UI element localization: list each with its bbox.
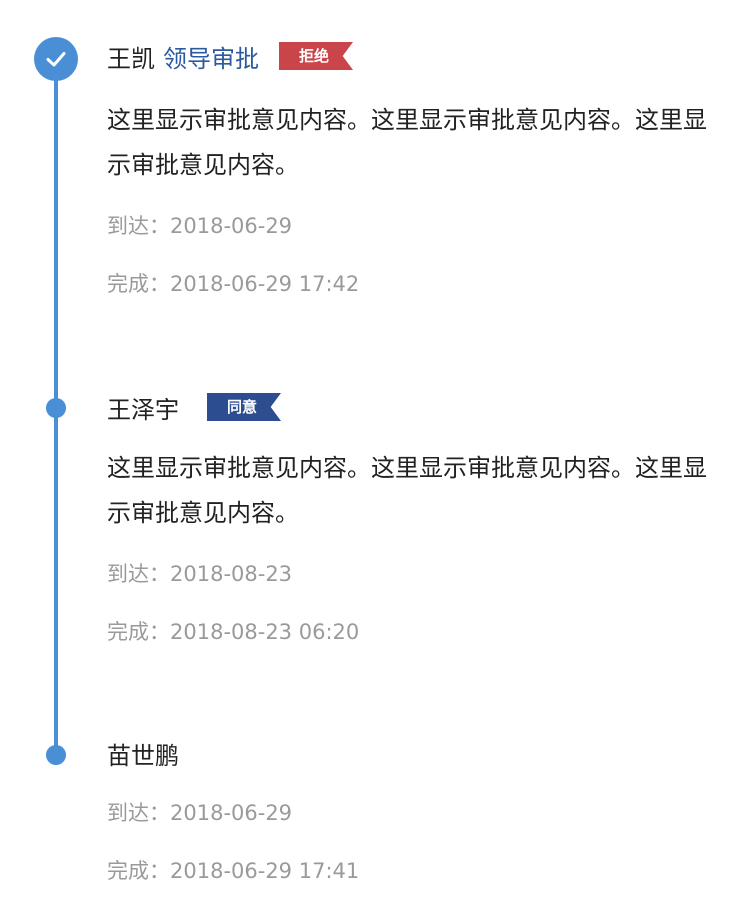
approval-role: 领导审批 bbox=[163, 44, 259, 73]
complete-time: 完成：2018-08-23 06:20 bbox=[107, 616, 359, 646]
approver-name: 苗世鹏 bbox=[107, 741, 179, 770]
entry-header: 王凯 领导审批 拒绝 bbox=[107, 39, 354, 73]
timeline-dot bbox=[46, 745, 66, 765]
approval-comment: 这里显示审批意见内容。这里显示审批意见内容。这里显示审批意见内容。 bbox=[107, 454, 707, 527]
complete-time: 完成：2018-06-29 17:42 bbox=[107, 268, 359, 298]
status-badge-reject: 拒绝 bbox=[279, 42, 354, 70]
complete-value: 2018-08-23 06:20 bbox=[170, 620, 360, 644]
timeline-dot bbox=[46, 398, 66, 418]
arrive-value: 2018-08-23 bbox=[170, 562, 293, 586]
entry-header: 王泽宇 同意 bbox=[107, 390, 282, 424]
entry-header: 苗世鹏 bbox=[107, 736, 179, 770]
approval-comment: 这里显示审批意见内容。这里显示审批意见内容。这里显示审批意见内容。 bbox=[107, 106, 707, 179]
complete-time: 完成：2018-06-29 17:41 bbox=[107, 855, 359, 885]
complete-label: 完成： bbox=[107, 620, 170, 644]
arrive-label: 到达： bbox=[107, 562, 170, 586]
arrive-label: 到达： bbox=[107, 214, 170, 238]
complete-value: 2018-06-29 17:41 bbox=[170, 859, 360, 883]
complete-value: 2018-06-29 17:42 bbox=[170, 272, 360, 296]
arrive-value: 2018-06-29 bbox=[170, 214, 293, 238]
status-badge-agree: 同意 bbox=[207, 393, 282, 421]
arrive-time: 到达：2018-06-29 bbox=[107, 210, 292, 240]
complete-label: 完成： bbox=[107, 859, 170, 883]
arrive-label: 到达： bbox=[107, 801, 170, 825]
arrive-time: 到达：2018-08-23 bbox=[107, 558, 292, 588]
approver-name: 王泽宇 bbox=[107, 395, 179, 424]
approver-name: 王凯 bbox=[107, 44, 155, 73]
arrive-time: 到达：2018-06-29 bbox=[107, 797, 292, 827]
arrive-value: 2018-06-29 bbox=[170, 801, 293, 825]
complete-label: 完成： bbox=[107, 272, 170, 296]
check-icon bbox=[34, 37, 78, 81]
